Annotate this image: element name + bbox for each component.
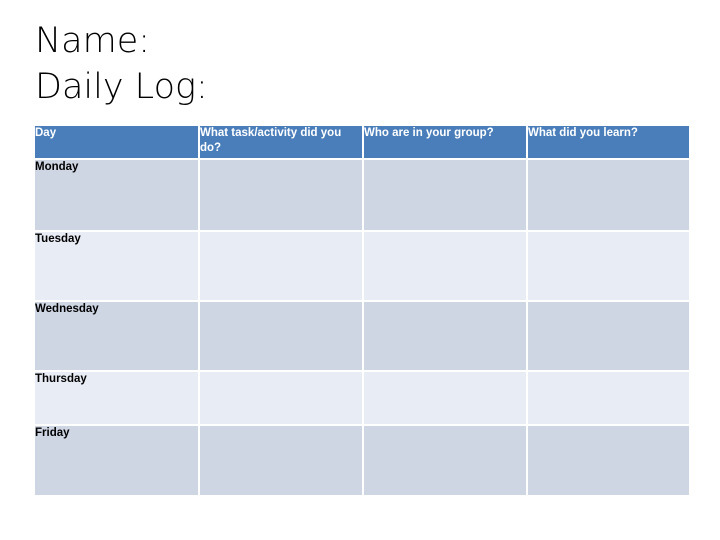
page-title: Name: Daily Log: [35,18,675,110]
table-row: Friday [35,426,689,495]
title-line-daily-log: Daily Log: [35,67,208,107]
title-line-name: Name: [35,21,151,61]
day-label-wednesday: Wednesday [35,302,198,370]
daily-log-table-container: Day What task/activity did you do? Who a… [35,126,689,495]
daily-log-table: Day What task/activity did you do? Who a… [33,124,691,497]
day-label-friday: Friday [35,426,198,495]
table-row: Tuesday [35,232,689,300]
entry-cell-monday-learn[interactable] [528,160,689,230]
day-label-thursday: Thursday [35,372,198,424]
entry-cell-thursday-group[interactable] [364,372,526,424]
slide-canvas: Name: Daily Log: Day What task/activity … [0,0,720,540]
column-header-group: Who are in your group? [364,126,526,158]
entry-cell-thursday-learn[interactable] [528,372,689,424]
entry-cell-wednesday-group[interactable] [364,302,526,370]
entry-cell-wednesday-task[interactable] [200,302,362,370]
table-row: Wednesday [35,302,689,370]
column-header-day: Day [35,126,198,158]
table-header-row: Day What task/activity did you do? Who a… [35,126,689,158]
entry-cell-wednesday-learn[interactable] [528,302,689,370]
entry-cell-thursday-task[interactable] [200,372,362,424]
table-body: Monday Tuesday Wednesday Thursday Friday [35,160,689,495]
entry-cell-tuesday-learn[interactable] [528,232,689,300]
entry-cell-monday-task[interactable] [200,160,362,230]
entry-cell-monday-group[interactable] [364,160,526,230]
table-row: Thursday [35,372,689,424]
column-header-task: What task/activity did you do? [200,126,362,158]
day-label-monday: Monday [35,160,198,230]
entry-cell-friday-task[interactable] [200,426,362,495]
column-header-learn: What did you learn? [528,126,689,158]
entry-cell-friday-learn[interactable] [528,426,689,495]
entry-cell-tuesday-task[interactable] [200,232,362,300]
table-row: Monday [35,160,689,230]
entry-cell-friday-group[interactable] [364,426,526,495]
entry-cell-tuesday-group[interactable] [364,232,526,300]
day-label-tuesday: Tuesday [35,232,198,300]
table-header: Day What task/activity did you do? Who a… [35,126,689,158]
